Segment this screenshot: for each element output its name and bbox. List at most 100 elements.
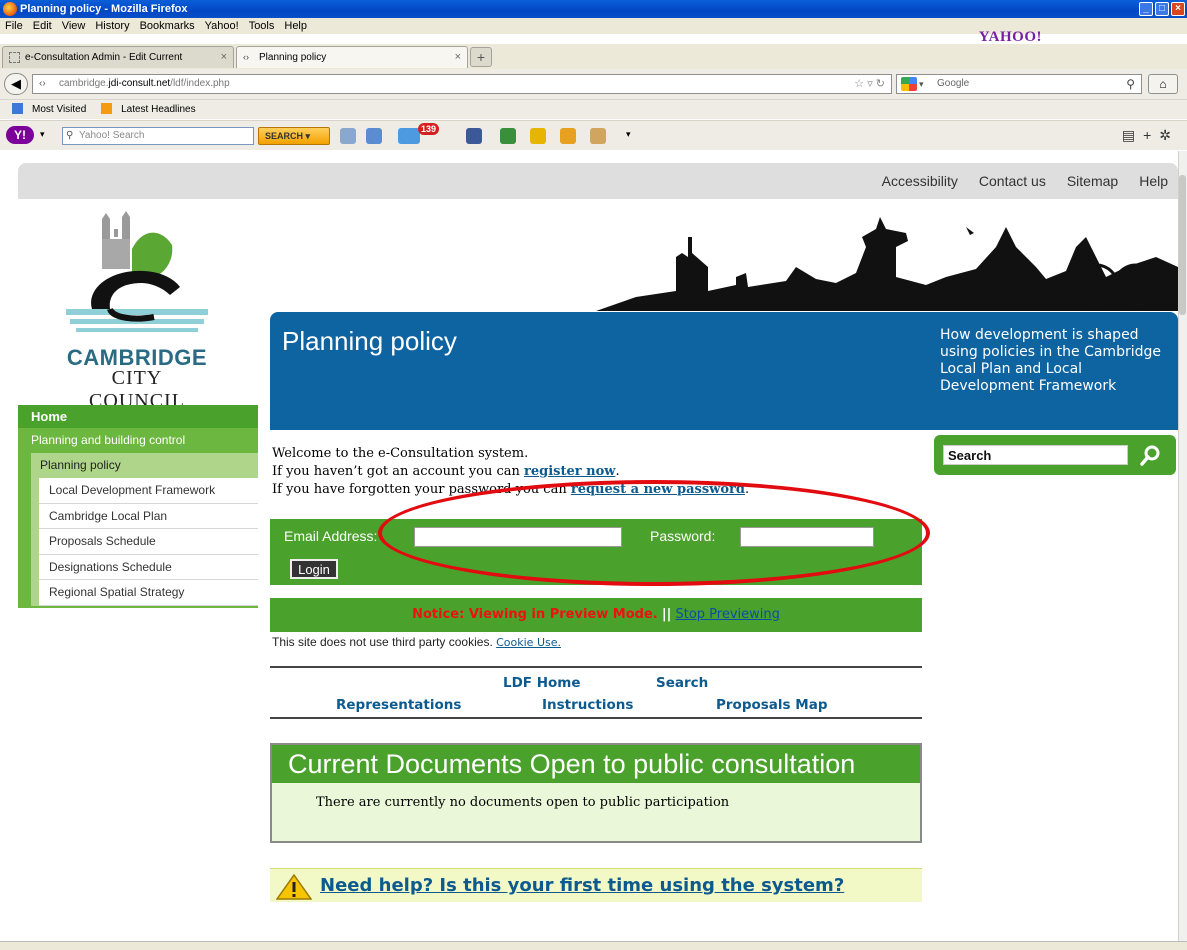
sidebar-item-local-plan[interactable]: Cambridge Local Plan	[39, 503, 258, 529]
current-documents-message: There are currently no documents open to…	[316, 795, 730, 810]
menu-view[interactable]: View	[57, 18, 91, 34]
sidebar-item-planning-policy[interactable]: Planning policy	[31, 453, 258, 478]
help-bar: Need help? Is this your first time using…	[270, 868, 922, 902]
menu-history[interactable]: History	[90, 18, 134, 34]
google-icon[interactable]	[901, 77, 917, 91]
toolbar-settings-icons[interactable]: ▤+✲	[1122, 127, 1179, 144]
search-icon: ⚲	[66, 130, 74, 141]
url-bar[interactable]: ‹› cambridge.jdi-consult.net/ldf/index.p…	[32, 74, 892, 94]
menu-edit[interactable]: Edit	[28, 18, 57, 34]
contact-us-link[interactable]: Contact us	[979, 173, 1046, 189]
code-brackets-icon: ‹›	[243, 52, 249, 62]
sidebar-item-proposals-schedule[interactable]: Proposals Schedule	[39, 529, 258, 555]
bookmark-most-visited[interactable]: Most Visited	[6, 103, 86, 115]
stop-previewing-link[interactable]: Stop Previewing	[675, 607, 779, 622]
back-button[interactable]: ◀	[4, 73, 28, 95]
weather-icon[interactable]	[398, 128, 420, 144]
login-button[interactable]: Login	[290, 559, 338, 579]
warning-icon	[276, 874, 312, 900]
scrollbar-thumb[interactable]	[1179, 175, 1186, 315]
bookmarks-tool-icon[interactable]	[340, 128, 356, 144]
yahoo-dropdown-icon[interactable]: ▾	[40, 129, 45, 140]
tab-bar: e-Consultation Admin - Edit Current × ‹›…	[0, 44, 1187, 69]
tab-close-icon[interactable]: ×	[221, 47, 227, 68]
register-link[interactable]: register now	[524, 464, 615, 479]
menu-file[interactable]: File	[0, 18, 28, 34]
web-search-box[interactable]: ▾ Google ⚲	[896, 74, 1142, 94]
welcome-line: Welcome to the e-Consultation system.	[272, 446, 529, 461]
menu-tools[interactable]: Tools	[244, 18, 280, 34]
cookie-use-link[interactable]: Cookie Use.	[496, 636, 561, 649]
menu-yahoo[interactable]: Yahoo!	[200, 18, 244, 34]
new-tab-button[interactable]: +	[470, 47, 492, 67]
yahoo-search-button[interactable]: SEARCH ▾	[258, 127, 330, 145]
page-title: Planning policy	[282, 326, 457, 356]
search-icon[interactable]	[1139, 443, 1163, 467]
sitemap-link[interactable]: Sitemap	[1067, 173, 1118, 189]
home-button[interactable]: ⌂	[1148, 74, 1178, 94]
url-prefix: cambridge.	[59, 78, 109, 89]
tab-planning-policy[interactable]: ‹› Planning policy ×	[236, 46, 468, 68]
proposals-map-link[interactable]: Proposals Map	[716, 697, 827, 713]
accessibility-link[interactable]: Accessibility	[882, 173, 958, 189]
more-tools-icon[interactable]: ▾	[626, 129, 631, 140]
maximize-button[interactable]: □	[1155, 2, 1169, 16]
ldf-search-link[interactable]: Search	[656, 675, 708, 691]
representations-link[interactable]: Representations	[336, 697, 461, 713]
council-crest-icon	[66, 211, 208, 332]
facebook-icon[interactable]	[466, 128, 482, 144]
yahoo-toolbar: Y! ▾ ⚲ Yahoo! Search SEARCH ▾ 139 ▾ ▤+✲	[0, 120, 1187, 150]
cookie-notice: This site does not use third party cooki…	[272, 635, 561, 649]
sidebar-item-planning-building-control[interactable]: Planning and building control	[18, 428, 258, 453]
menu-help[interactable]: Help	[279, 18, 312, 34]
page-banner: Planning policy How development is shape…	[270, 312, 1178, 430]
tab-label: e-Consultation Admin - Edit Current	[25, 52, 183, 63]
menu-bookmarks[interactable]: Bookmarks	[135, 18, 200, 34]
ldf-home-link[interactable]: LDF Home	[503, 675, 581, 691]
email-label: Email Address:	[284, 528, 378, 544]
ebay-icon[interactable]	[530, 128, 546, 144]
bookmark-star-icon[interactable]: ☆ ▿ ↻	[854, 75, 885, 93]
back-arrow-icon: ◀	[11, 76, 21, 91]
rss-feed-icon	[101, 103, 113, 114]
puzzle-icon[interactable]	[590, 128, 606, 144]
sidebar-item-designations-schedule[interactable]: Designations Schedule	[39, 554, 258, 580]
bookmark-latest-headlines[interactable]: Latest Headlines	[95, 103, 196, 115]
window-title: Planning policy - Mozilla Firefox	[20, 3, 188, 15]
minimize-button[interactable]: _	[1139, 2, 1153, 16]
sidebar-item-regional-spatial-strategy[interactable]: Regional Spatial Strategy	[39, 580, 258, 606]
mail-icon[interactable]	[366, 128, 382, 144]
search-icon[interactable]: ⚲	[1126, 75, 1135, 93]
help-link[interactable]: Help	[1139, 173, 1168, 189]
status-bar	[0, 941, 1187, 950]
yahoo-search-input[interactable]: ⚲ Yahoo! Search	[62, 127, 254, 145]
yahoo-y-icon[interactable]: Y!	[6, 126, 34, 144]
page-description: How development is shaped using policies…	[940, 327, 1161, 394]
tab-admin-edit[interactable]: e-Consultation Admin - Edit Current ×	[2, 46, 234, 68]
engine-dropdown-icon[interactable]: ▾	[919, 75, 924, 93]
top-links-bar: Accessibility Contact us Sitemap Help	[18, 163, 1178, 199]
blank-page-icon	[9, 52, 20, 63]
site-identity-icon[interactable]: ‹›	[39, 75, 46, 93]
cambridge-city-council-logo[interactable]: CAMBRIDGE CITY COUNCIL	[62, 209, 212, 412]
site-search	[934, 435, 1176, 475]
instructions-link[interactable]: Instructions	[542, 697, 633, 713]
games-icon[interactable]	[500, 128, 516, 144]
mail-count-badge: 139	[418, 123, 440, 135]
notepad-icon[interactable]	[560, 128, 576, 144]
tab-label: Planning policy	[259, 52, 327, 63]
window-titlebar: Planning policy - Mozilla Firefox _ □ ×	[0, 0, 1187, 18]
sidebar-item-home[interactable]: Home	[18, 405, 258, 428]
sidebar-item-ldf[interactable]: Local Development Framework	[39, 478, 258, 504]
site-search-input[interactable]	[943, 445, 1128, 465]
skyline-silhouette-image	[596, 207, 1178, 311]
current-documents-panel: Current Documents Open to public consult…	[270, 743, 922, 843]
annotation-ellipse	[378, 480, 930, 586]
web-page: Accessibility Contact us Sitemap Help CAMBR…	[0, 151, 1187, 941]
first-time-help-link[interactable]: Need help? Is this your first time using…	[320, 875, 844, 896]
firefox-icon	[3, 2, 17, 16]
close-window-button[interactable]: ×	[1171, 2, 1185, 16]
tab-close-icon[interactable]: ×	[455, 47, 461, 68]
sidebar-navigation: Home Planning and building control Plann…	[18, 405, 258, 608]
yahoo-search-placeholder: Yahoo! Search	[79, 130, 145, 141]
